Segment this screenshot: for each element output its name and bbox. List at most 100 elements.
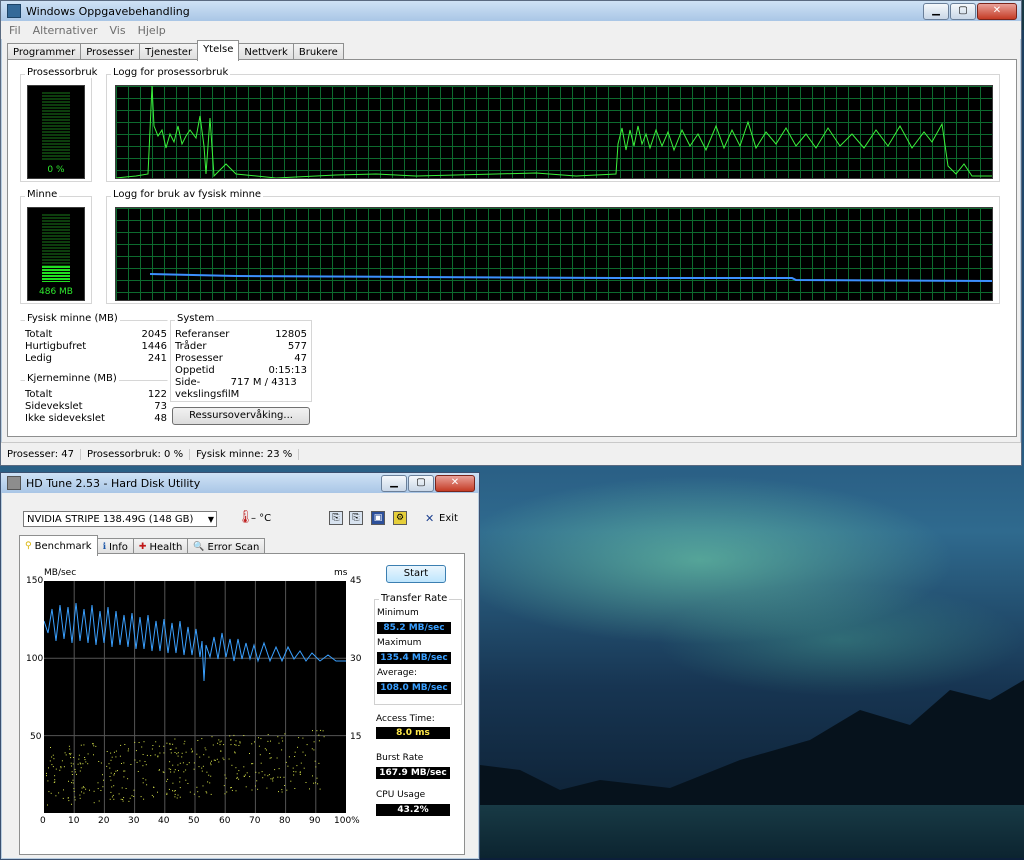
access-time-point bbox=[97, 788, 99, 790]
access-time-point bbox=[162, 771, 164, 773]
access-time-point bbox=[80, 767, 82, 769]
hdtune-titlebar[interactable]: HD Tune 2.53 - Hard Disk Utility ▁ ▢ ✕ bbox=[1, 473, 479, 493]
access-time-point bbox=[249, 776, 251, 778]
resource-monitor-button[interactable]: Ressursovervåking... bbox=[172, 407, 310, 425]
access-time-point bbox=[296, 765, 298, 767]
access-time-point bbox=[153, 786, 154, 788]
memory-meter-value: 486 MB bbox=[39, 287, 73, 297]
menu-help[interactable]: Hjelp bbox=[132, 24, 172, 37]
access-time-point bbox=[302, 751, 304, 753]
access-time-point bbox=[223, 759, 225, 761]
access-time-point bbox=[234, 752, 236, 754]
access-time-point bbox=[108, 763, 110, 765]
start-button[interactable]: Start bbox=[386, 565, 446, 583]
stat-name: Side- vekslingsfil bbox=[175, 377, 231, 400]
access-time-point bbox=[251, 789, 253, 791]
menu-view[interactable]: Vis bbox=[104, 24, 132, 37]
close-button[interactable]: ✕ bbox=[977, 2, 1017, 20]
access-time-point bbox=[272, 777, 274, 779]
access-time-point bbox=[77, 763, 79, 765]
access-time-point bbox=[172, 782, 174, 784]
access-time-point bbox=[120, 744, 122, 746]
access-time-point bbox=[98, 761, 100, 762]
access-time-point bbox=[306, 744, 308, 746]
stat-value: 577 bbox=[287, 341, 307, 352]
access-time-point bbox=[223, 785, 225, 787]
burst-rate-value: 167.9 MB/sec bbox=[376, 767, 450, 779]
access-time-point bbox=[53, 758, 55, 760]
access-time-point bbox=[93, 790, 95, 792]
maximize-button[interactable]: ▢ bbox=[950, 2, 976, 20]
minimize-button[interactable]: ▁ bbox=[923, 2, 949, 20]
stat-name: Ikke sidevekslet bbox=[25, 413, 105, 424]
cpu-meter-value: 0 % bbox=[47, 165, 65, 175]
access-time-point bbox=[316, 730, 318, 732]
access-time-point bbox=[71, 803, 72, 805]
access-time-point bbox=[55, 795, 57, 797]
access-time-point bbox=[95, 745, 97, 747]
exit-icon[interactable]: ✕ bbox=[425, 512, 434, 525]
drive-select[interactable]: NVIDIA STRIPE 138.49G (148 GB) ▼ bbox=[23, 511, 217, 527]
access-time-point bbox=[79, 770, 81, 772]
options-icon[interactable]: ⚙ bbox=[393, 511, 407, 525]
temperature-value: – °C bbox=[251, 513, 272, 524]
access-time-point bbox=[82, 763, 84, 765]
x-tick: 80 bbox=[279, 816, 291, 826]
access-time-point bbox=[210, 764, 212, 766]
access-time-point bbox=[110, 752, 112, 754]
tab-benchmark[interactable]: ⚲ Benchmark bbox=[19, 535, 98, 556]
access-time-point bbox=[140, 796, 142, 798]
stat-value: 12805 bbox=[275, 329, 307, 340]
access-time-point bbox=[210, 793, 212, 795]
minimize-button[interactable]: ▁ bbox=[381, 474, 407, 492]
burst-rate-label: Burst Rate bbox=[376, 753, 424, 763]
access-time-point bbox=[262, 777, 264, 779]
access-time-point bbox=[299, 774, 301, 775]
task-manager-titlebar[interactable]: Windows Oppgavebehandling ▁ ▢ ✕ bbox=[1, 1, 1021, 21]
access-time-point bbox=[179, 762, 181, 764]
access-time-point bbox=[51, 756, 53, 758]
close-button[interactable]: ✕ bbox=[435, 474, 475, 492]
access-time-point bbox=[74, 796, 76, 798]
access-time-point bbox=[207, 781, 209, 783]
access-time-point bbox=[136, 761, 138, 763]
access-time-point bbox=[74, 771, 76, 773]
benchmark-panel: MB/sec ms 150 100 50 45 30 15 0 10 20 30… bbox=[19, 553, 465, 855]
y-left-tick: 100 bbox=[26, 654, 44, 664]
access-time-point bbox=[113, 774, 115, 776]
access-time-point bbox=[272, 780, 274, 782]
access-time-point bbox=[277, 776, 279, 778]
access-time-point bbox=[299, 772, 301, 774]
access-time-point bbox=[145, 764, 147, 766]
stat-name: Sidevekslet bbox=[25, 401, 83, 412]
access-time-point bbox=[72, 763, 74, 765]
access-time-point bbox=[312, 775, 313, 777]
access-time-point bbox=[48, 791, 50, 793]
menu-options[interactable]: Alternativer bbox=[27, 24, 104, 37]
menu-file[interactable]: Fil bbox=[3, 24, 27, 37]
access-time-point bbox=[102, 786, 104, 788]
save-icon[interactable]: ▣ bbox=[371, 511, 385, 525]
copy-screenshot-icon[interactable]: ⎘ bbox=[349, 511, 363, 525]
access-time-point bbox=[234, 744, 236, 746]
maximize-button[interactable]: ▢ bbox=[408, 474, 434, 492]
exit-button-label[interactable]: Exit bbox=[439, 513, 458, 524]
access-time-point bbox=[63, 766, 65, 768]
access-time-point bbox=[151, 748, 153, 750]
copy-text-icon[interactable]: ⎘ bbox=[329, 511, 343, 525]
access-time-point bbox=[185, 751, 187, 753]
access-time-point bbox=[269, 757, 271, 759]
tab-performance[interactable]: Ytelse bbox=[197, 40, 240, 61]
access-time-label: Access Time: bbox=[376, 714, 435, 724]
access-time-point bbox=[177, 755, 179, 757]
access-time-point bbox=[174, 738, 176, 740]
access-time-point bbox=[249, 753, 250, 754]
access-time-point bbox=[47, 804, 48, 806]
y-right-tick: 15 bbox=[350, 732, 362, 742]
access-time-point bbox=[110, 759, 112, 761]
access-time-point bbox=[103, 779, 104, 781]
access-time-point bbox=[294, 788, 296, 789]
access-time-point bbox=[218, 761, 220, 763]
access-time-point bbox=[276, 757, 278, 759]
access-time-point bbox=[54, 779, 56, 781]
